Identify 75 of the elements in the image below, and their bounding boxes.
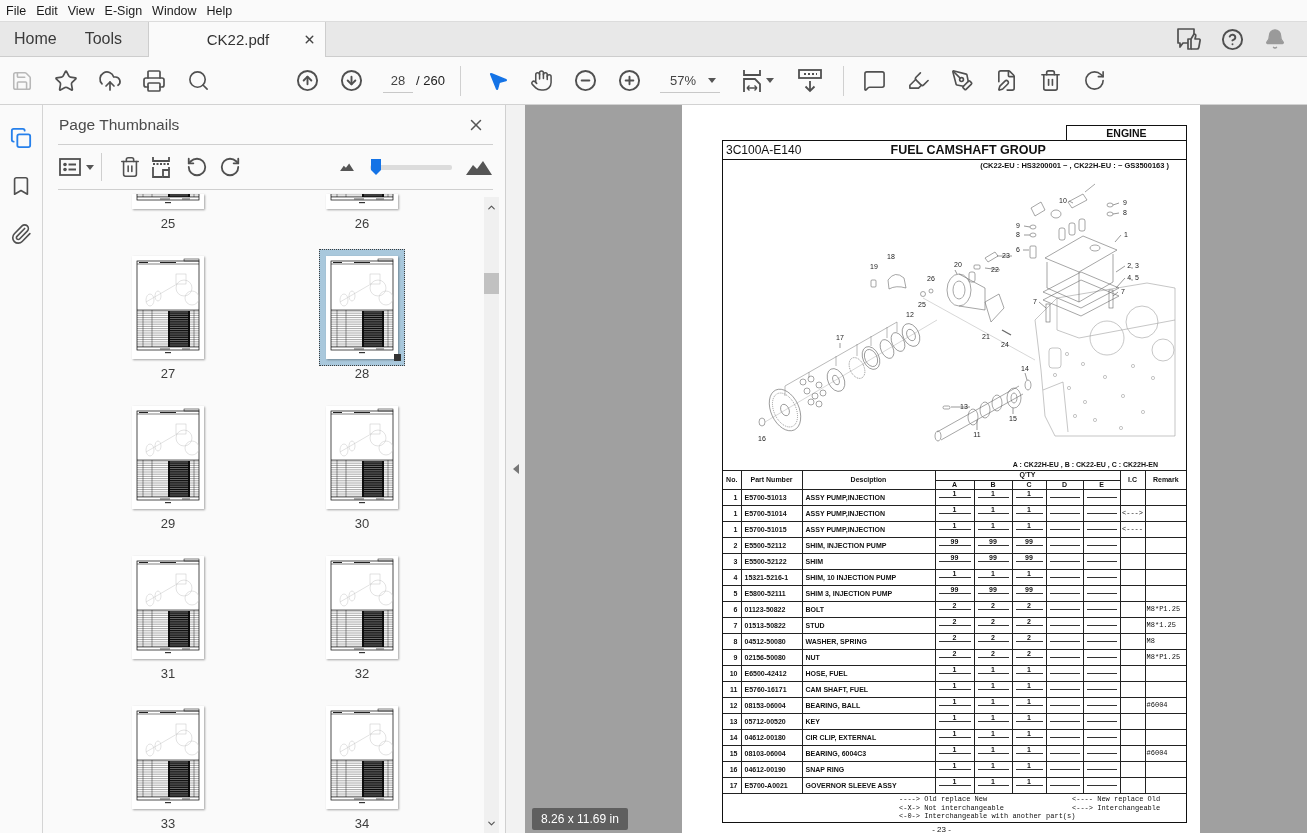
page-number: - 23 - bbox=[932, 824, 951, 833]
page-label: 31 bbox=[160, 666, 176, 682]
menu-item[interactable]: View bbox=[62, 2, 100, 19]
caret-icon[interactable] bbox=[765, 78, 774, 83]
star-icon[interactable] bbox=[54, 68, 78, 93]
comment-icon[interactable] bbox=[863, 69, 887, 92]
arrow-down-circle-icon[interactable] bbox=[339, 69, 363, 92]
page-thumbnail[interactable] bbox=[326, 406, 398, 509]
page-label: 30 bbox=[354, 516, 370, 532]
tab[interactable]: Tools bbox=[70, 22, 137, 56]
search-icon[interactable] bbox=[186, 69, 210, 92]
menu-item[interactable]: Edit bbox=[31, 2, 63, 19]
page-label: 27 bbox=[160, 366, 176, 382]
page-thumbnail[interactable] bbox=[132, 194, 204, 209]
collapse-arrow-icon[interactable] bbox=[512, 464, 519, 474]
group-code: 3C100A-E140 bbox=[726, 143, 802, 157]
page-thumbnail[interactable] bbox=[326, 556, 398, 659]
scroll-icon[interactable] bbox=[797, 68, 822, 93]
pen-nib-icon[interactable] bbox=[951, 69, 975, 92]
page-count: / 260 bbox=[416, 73, 445, 88]
page-thumbnail[interactable] bbox=[326, 194, 398, 209]
small-mountain-icon bbox=[340, 163, 354, 171]
page-label: 26 bbox=[354, 216, 370, 232]
trash-icon[interactable] bbox=[1039, 69, 1063, 92]
page-label: 32 bbox=[354, 666, 370, 682]
slider-thumb[interactable] bbox=[370, 158, 381, 175]
highlighter-icon[interactable] bbox=[907, 69, 931, 92]
document-tab[interactable]: CK22.pdf bbox=[148, 22, 326, 57]
page-label: 28 bbox=[354, 366, 370, 382]
page-size-badge: 8.26 x 11.69 in bbox=[532, 808, 628, 830]
hand-icon[interactable] bbox=[530, 69, 554, 92]
menu-item[interactable]: Help bbox=[201, 2, 238, 19]
chevron-down-icon[interactable] bbox=[486, 818, 497, 829]
page-thumbnail[interactable] bbox=[319, 249, 405, 366]
zoom-field[interactable]: 57% bbox=[659, 68, 720, 93]
zoom-out-icon[interactable] bbox=[574, 69, 598, 92]
scrollbar[interactable] bbox=[484, 197, 499, 833]
rotate-icon[interactable] bbox=[1083, 69, 1107, 92]
resize-handle[interactable] bbox=[394, 354, 401, 361]
thumbs-up-bubble-icon[interactable] bbox=[1177, 28, 1201, 50]
rotate-left-icon[interactable] bbox=[186, 156, 208, 178]
page-thumbnail[interactable] bbox=[132, 256, 204, 359]
help-icon[interactable] bbox=[1221, 27, 1244, 51]
panel-title: Page Thumbnails bbox=[59, 115, 180, 134]
menu-item[interactable]: File bbox=[1, 2, 32, 19]
fit-page-icon[interactable] bbox=[740, 68, 763, 93]
page-label: 29 bbox=[160, 516, 176, 532]
rotate-right-icon[interactable] bbox=[219, 156, 241, 178]
page-thumbnail[interactable] bbox=[132, 406, 204, 509]
printer-icon[interactable] bbox=[142, 68, 166, 93]
zoom-in-icon[interactable] bbox=[618, 69, 642, 92]
section-label: ENGINE bbox=[1066, 125, 1187, 140]
large-mountain-icon bbox=[466, 159, 492, 175]
page-label: 33 bbox=[160, 816, 176, 832]
extract-pages-icon[interactable] bbox=[151, 156, 171, 178]
paperclip-icon[interactable] bbox=[10, 223, 32, 245]
tab[interactable]: Home bbox=[0, 22, 71, 56]
menu-item[interactable]: Window bbox=[147, 2, 202, 19]
page-heading: FUEL CAMSHAFT GROUP bbox=[890, 143, 1046, 157]
caret-icon[interactable] bbox=[707, 78, 716, 83]
page-thumbnail[interactable] bbox=[326, 706, 398, 809]
page-label: 34 bbox=[354, 816, 370, 832]
options-icon[interactable] bbox=[59, 158, 81, 176]
scrollbar-thumb[interactable] bbox=[484, 273, 499, 294]
arrow-up-circle-icon[interactable] bbox=[295, 69, 319, 92]
page-thumbnail[interactable] bbox=[132, 556, 204, 659]
caret-icon[interactable] bbox=[86, 164, 94, 170]
trash-icon[interactable] bbox=[119, 156, 141, 178]
cloud-upload-icon[interactable] bbox=[98, 68, 122, 93]
pages-icon[interactable] bbox=[10, 127, 32, 149]
page-thumbnail[interactable] bbox=[132, 706, 204, 809]
close-icon[interactable] bbox=[303, 33, 316, 46]
menu-item[interactable]: E-Sign bbox=[99, 2, 148, 19]
page-label: 25 bbox=[160, 216, 176, 232]
page-number-field[interactable]: 28 bbox=[383, 68, 413, 93]
